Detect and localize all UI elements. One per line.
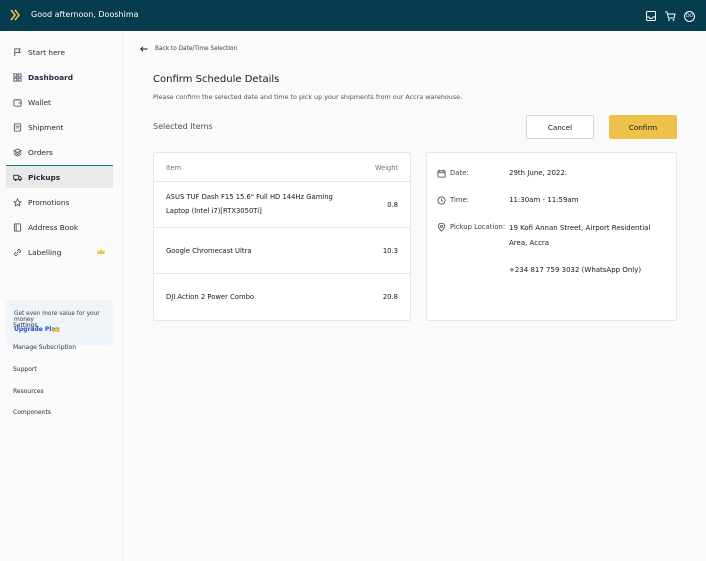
- sidebar-item-promotions[interactable]: Promotions: [6, 191, 113, 213]
- location-pin-icon: [437, 223, 446, 232]
- sidebar-item-labelling[interactable]: Labelling: [6, 241, 113, 263]
- components-link[interactable]: Components: [13, 409, 51, 416]
- link-icon: [14, 248, 21, 256]
- date-value: 29th June, 2022.: [509, 169, 568, 177]
- layers-icon: [13, 147, 22, 157]
- document-icon: [13, 122, 22, 132]
- sidebar-item-label: Start here: [28, 47, 66, 57]
- sidebar-item-label: Address Book: [28, 222, 79, 232]
- star-icon: [13, 197, 22, 207]
- sidebar-item-dashboard[interactable]: Dashboard: [6, 66, 113, 88]
- sidebar-item-label: Pickups: [28, 172, 61, 182]
- phone-value: +234 817 759 3032 (WhatsApp Only): [509, 266, 642, 274]
- schedule-details-card: Date: 29th June, 2022. Time: 11:30am - 1…: [426, 152, 677, 321]
- crown-icon: [52, 326, 60, 332]
- calendar-icon: [437, 169, 446, 178]
- sidebar-item-label: Wallet: [28, 97, 51, 107]
- manage-subscription-link[interactable]: Manage Subscription: [13, 344, 76, 351]
- sidebar-item-address-book[interactable]: Address Book: [6, 216, 113, 238]
- truck-icon: [13, 174, 22, 181]
- time-row: Time:: [437, 196, 469, 205]
- inbox-icon[interactable]: [645, 10, 657, 22]
- table-row: ASUS TUF Dash F15 15.6" Full HD 144Hz Ga…: [154, 182, 410, 228]
- selected-items-table: Item Weight ASUS TUF Dash F15 15.6" Full…: [153, 152, 411, 321]
- sidebar-item-pickups[interactable]: Pickups: [6, 166, 113, 188]
- page-title: Confirm Schedule Details: [153, 74, 280, 85]
- date-row: Date:: [437, 169, 469, 178]
- resources-link[interactable]: Resources: [13, 388, 44, 395]
- confirm-button[interactable]: Confirm: [609, 115, 677, 139]
- item-weight: 10.3: [382, 247, 398, 255]
- sidebar-item-label: Shipment: [28, 122, 64, 132]
- sidebar-item-label: Labelling: [28, 247, 62, 257]
- location-value: 19 Kofi Annan Street, Airport Residentia…: [509, 224, 651, 247]
- cart-icon[interactable]: [664, 10, 676, 22]
- table-header: Item Weight: [154, 153, 410, 182]
- item-name: Google Chromecast Ultra: [166, 247, 252, 255]
- item-name: DJI Action 2 Power Combo: [166, 293, 255, 301]
- time-label: Time:: [450, 196, 469, 204]
- back-label: Back to Date/Time Selection: [155, 46, 238, 52]
- item-weight: 20.8: [382, 293, 398, 301]
- clock-icon: [437, 196, 446, 205]
- greeting-text: Good afternoon, Dooshima: [31, 10, 139, 19]
- location-row: Pickup Location:: [437, 223, 505, 232]
- item-weight: 0.8: [387, 201, 398, 209]
- sidebar-item-orders[interactable]: Orders: [6, 141, 113, 163]
- sidebar-item-label: Dashboard: [28, 72, 74, 82]
- settings-link[interactable]: Settings: [13, 322, 38, 329]
- sidebar-item-start-here[interactable]: Start here: [6, 41, 113, 63]
- back-link[interactable]: Back to Date/Time Selection: [140, 46, 237, 52]
- crown-icon: [97, 248, 105, 254]
- book-icon: [13, 222, 22, 232]
- time-value: 11:30am - 11:59am: [509, 196, 579, 204]
- item-name: ASUS TUF Dash F15 15.6" Full HD 144Hz Ga…: [166, 193, 333, 215]
- table-row: DJI Action 2 Power Combo 20.8: [154, 274, 410, 321]
- avatar[interactable]: DO: [684, 11, 695, 22]
- cancel-button[interactable]: Cancel: [526, 115, 594, 139]
- arrow-left-icon: [140, 46, 148, 52]
- table-row: Google Chromecast Ultra 10.3: [154, 228, 410, 274]
- column-header-item: Item: [166, 164, 182, 172]
- location-label: Pickup Location:: [450, 223, 506, 231]
- top-bar: Good afternoon, Dooshima DO: [0, 0, 706, 31]
- sidebar-item-label: Orders: [28, 147, 53, 157]
- wallet-icon: [13, 98, 22, 107]
- flag-icon: [14, 47, 22, 56]
- page-subtitle: Please confirm the selected date and tim…: [153, 93, 463, 101]
- support-link[interactable]: Support: [13, 366, 37, 373]
- grid-icon: [13, 72, 22, 82]
- column-header-weight: Weight: [375, 164, 398, 172]
- sidebar-item-wallet[interactable]: Wallet: [6, 91, 113, 113]
- sidebar: Start here Dashboard Wallet Shipment Ord…: [0, 31, 123, 561]
- main-content: Back to Date/Time Selection Confirm Sche…: [123, 31, 706, 561]
- sidebar-item-label: Promotions: [28, 197, 70, 207]
- date-label: Date:: [450, 169, 469, 177]
- sidebar-item-shipment[interactable]: Shipment: [6, 116, 113, 138]
- double-chevron-right-icon[interactable]: [10, 9, 20, 21]
- selected-items-heading: Selected Items: [153, 122, 213, 131]
